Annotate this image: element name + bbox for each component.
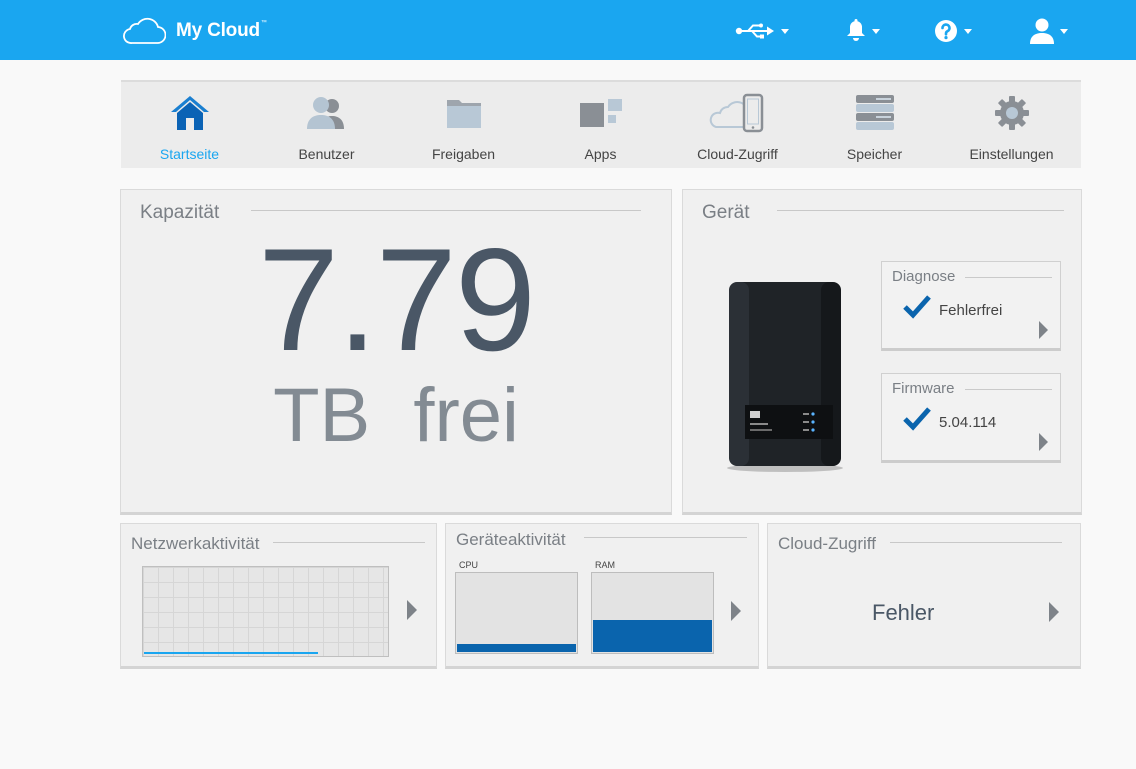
checkmark-icon (903, 407, 931, 431)
chevron-down-icon (781, 28, 789, 34)
network-activity-line (144, 652, 318, 654)
help-icon (935, 20, 957, 42)
chevron-right-icon[interactable] (731, 601, 741, 621)
cpu-meter-fill (457, 644, 576, 652)
cloud-device-icon (709, 93, 763, 133)
nav-item-einstellungen[interactable]: Einstellungen (943, 92, 1080, 162)
title-divider (777, 210, 1064, 211)
brand-logo[interactable]: My Cloud™ (122, 16, 267, 46)
title-divider (251, 210, 641, 211)
chevron-down-icon (872, 28, 880, 34)
gear-icon (994, 96, 1029, 130)
chevron-down-icon (964, 28, 972, 34)
apps-icon (579, 99, 622, 127)
firmware-version: 5.04.114 (939, 414, 997, 431)
nav-item-freigaben[interactable]: Freigaben (395, 92, 532, 162)
ram-meter (591, 572, 714, 654)
capacity-panel: Kapazität 7.79 TB frei (120, 189, 672, 515)
users-icon (306, 97, 344, 129)
device-title: Gerät (702, 202, 764, 224)
cpu-label: CPU (459, 560, 479, 570)
diagnose-status: Fehlerfrei (939, 302, 1003, 319)
top-bar: My Cloud™ (0, 0, 1136, 60)
home-icon (170, 96, 209, 130)
chevron-down-icon (1060, 28, 1068, 34)
title-divider (271, 542, 425, 543)
user-menu-button[interactable] (1030, 16, 1068, 46)
firmware-title: Firmware (892, 380, 965, 397)
notifications-button[interactable] (846, 16, 880, 46)
firmware-card[interactable]: Firmware 5.04.114 (881, 373, 1061, 463)
diagnose-title: Diagnose (892, 268, 966, 285)
ram-label: RAM (595, 560, 615, 570)
usb-icon (735, 23, 774, 39)
title-divider (890, 542, 1062, 543)
diagnose-card[interactable]: Diagnose Fehlerfrei (881, 261, 1061, 351)
device-panel: Gerät Diagnose Fehlerfrei Firmware 5.04.… (682, 189, 1082, 515)
capacity-value: 7.79 (257, 218, 536, 381)
folder-icon (446, 100, 481, 128)
cloud-logo-icon (123, 17, 166, 44)
cpu-meter (455, 572, 578, 654)
chevron-right-icon[interactable] (407, 600, 417, 620)
nas-device-image (727, 282, 843, 472)
nav-item-speicher[interactable]: Speicher (806, 92, 943, 162)
main-navigation: Startseite Benutzer Freigaben Apps Cloud… (121, 80, 1081, 168)
network-activity-graph (142, 566, 389, 657)
storage-icon (855, 95, 894, 130)
capacity-unit: TB frei (273, 373, 519, 458)
chevron-right-icon[interactable] (1039, 321, 1048, 339)
brand-name: My Cloud™ (176, 20, 267, 41)
cloud-access-title: Cloud-Zugriff (778, 534, 890, 554)
title-divider (584, 537, 747, 538)
device-activity-title: Geräteaktivität (456, 530, 580, 550)
cloud-access-panel[interactable]: Cloud-Zugriff Fehler (767, 523, 1081, 669)
device-activity-panel[interactable]: Geräteaktivität CPU RAM (445, 523, 759, 669)
user-icon (1030, 18, 1054, 44)
checkmark-icon (903, 295, 931, 319)
chevron-right-icon[interactable] (1039, 433, 1048, 451)
cloud-access-status: Fehler (872, 600, 935, 625)
help-button[interactable] (934, 16, 972, 46)
ram-meter-fill (593, 620, 712, 652)
nav-item-cloud-zugriff[interactable]: Cloud-Zugriff (669, 92, 806, 162)
nav-item-startseite[interactable]: Startseite (121, 92, 258, 162)
usb-menu-button[interactable] (735, 16, 789, 46)
network-activity-panel[interactable]: Netzwerkaktivität (120, 523, 437, 669)
capacity-title: Kapazität (140, 202, 234, 224)
chevron-right-icon[interactable] (1049, 602, 1059, 622)
network-activity-title: Netzwerkaktivität (131, 534, 274, 554)
nav-item-benutzer[interactable]: Benutzer (258, 92, 395, 162)
nav-item-apps[interactable]: Apps (532, 92, 669, 162)
bell-icon (847, 19, 865, 41)
